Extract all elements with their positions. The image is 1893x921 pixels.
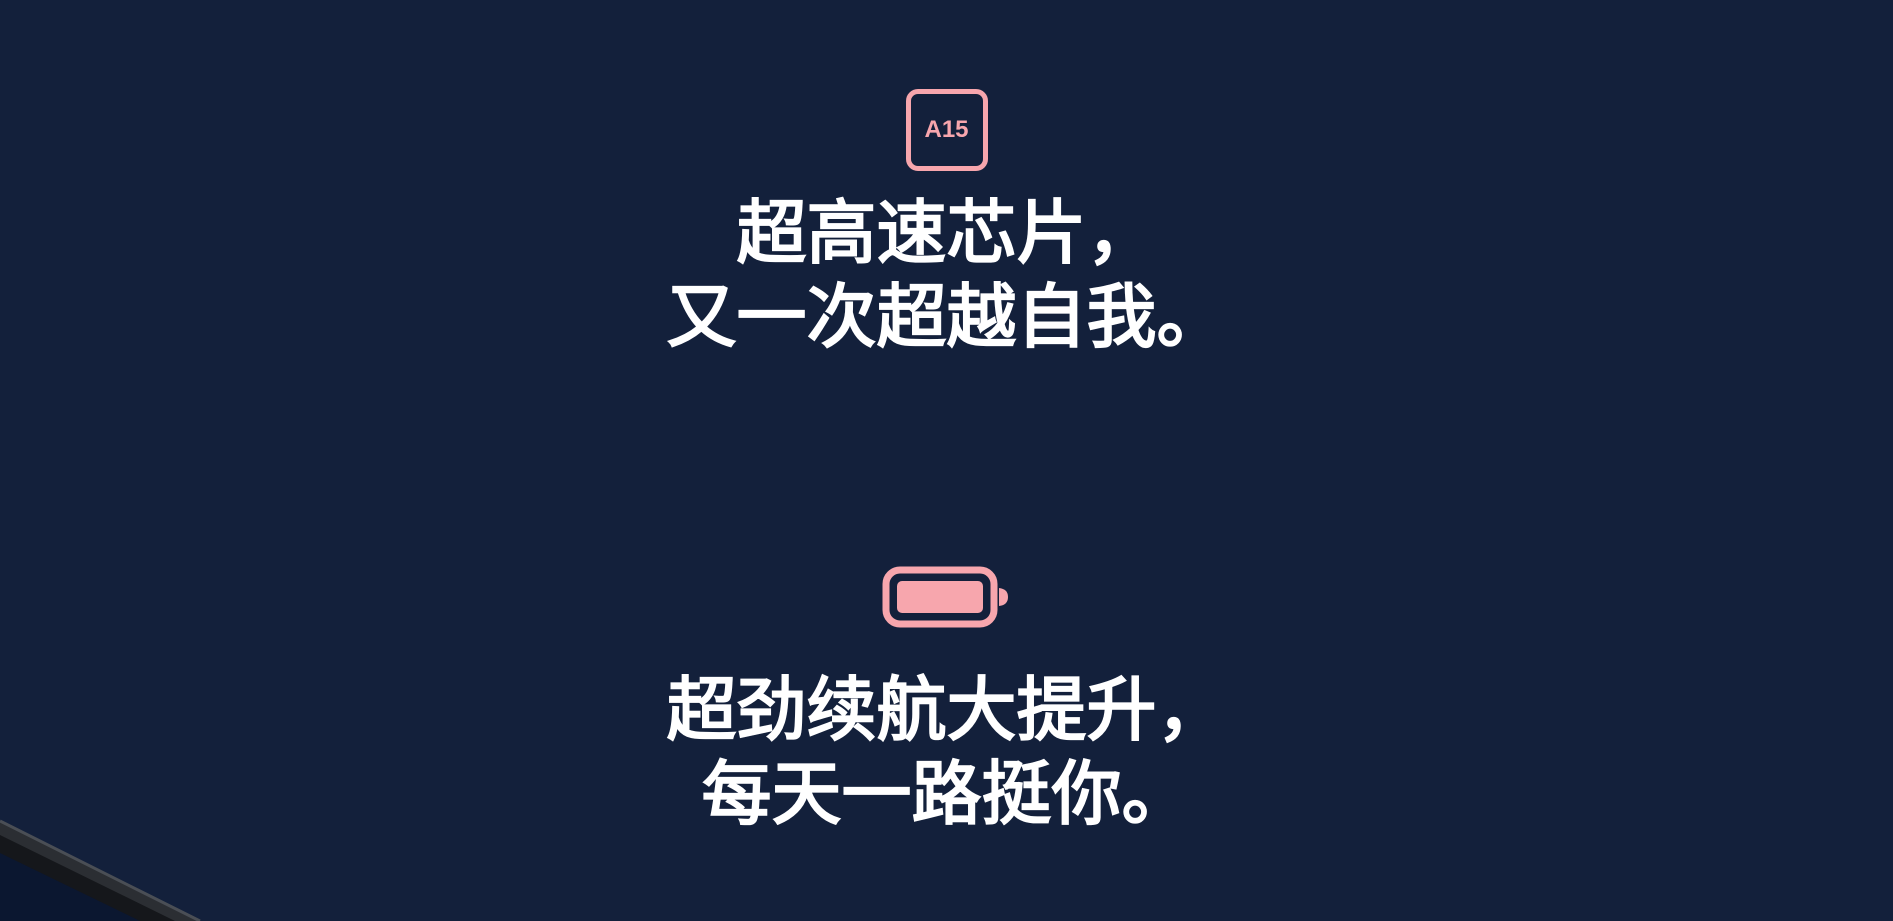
battery-headline-line2: 每天一路挺你。 [701,753,1192,835]
product-feature-page: A15 超高速芯片， 又一次超越自我。 超劲续航大提升， 每天一路挺你。 [0,0,1893,921]
chip-icon-label: A15 [924,116,969,143]
device-edge-image [0,819,201,921]
battery-icon [882,566,1008,628]
chip-feature: A15 超高速芯片， 又一次超越自我。 [0,89,1893,359]
chip-headline-line2: 又一次超越自我。 [666,276,1227,358]
battery-feature: 超劲续航大提升， 每天一路挺你。 [0,566,1893,836]
chip-headline: 超高速芯片， 又一次超越自我。 [667,191,1227,359]
chip-headline-line1: 超高速芯片， [736,192,1157,274]
battery-headline: 超劲续航大提升， 每天一路挺你。 [667,668,1227,836]
battery-headline-line1: 超劲续航大提升， [666,669,1227,751]
chip-icon: A15 [905,89,988,171]
